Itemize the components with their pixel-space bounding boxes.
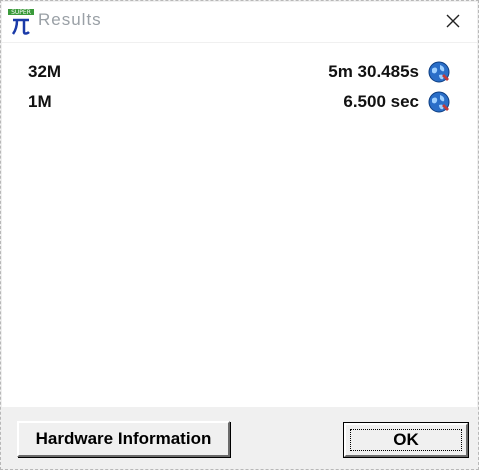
title-bar[interactable]: SUPER Results: [2, 2, 477, 42]
svg-text:SUPER: SUPER: [11, 9, 31, 16]
super-pi-icon: SUPER: [8, 9, 34, 35]
ok-button[interactable]: OK: [343, 422, 469, 458]
result-row: 1M 6.500 sec: [28, 89, 451, 115]
results-list: 32M 5m 30.485s 1M 6.500 sec: [2, 43, 477, 407]
ok-label: OK: [393, 430, 419, 449]
hardware-information-button[interactable]: Hardware Information: [17, 421, 230, 457]
result-row: 32M 5m 30.485s: [28, 59, 451, 85]
globe-icon[interactable]: [427, 60, 451, 84]
result-time: 6.500 sec: [343, 92, 419, 111]
result-size: 1M: [28, 92, 52, 111]
globe-icon[interactable]: [427, 90, 451, 114]
window-title: Results: [38, 10, 102, 29]
result-size: 32M: [28, 62, 62, 81]
hardware-information-label: Hardware Information: [35, 429, 212, 448]
close-icon[interactable]: [443, 11, 463, 31]
result-time: 5m 30.485s: [328, 62, 419, 81]
results-dialog: SUPER Results 32M 5m 30.485s 1M 6.500 se…: [0, 0, 479, 470]
